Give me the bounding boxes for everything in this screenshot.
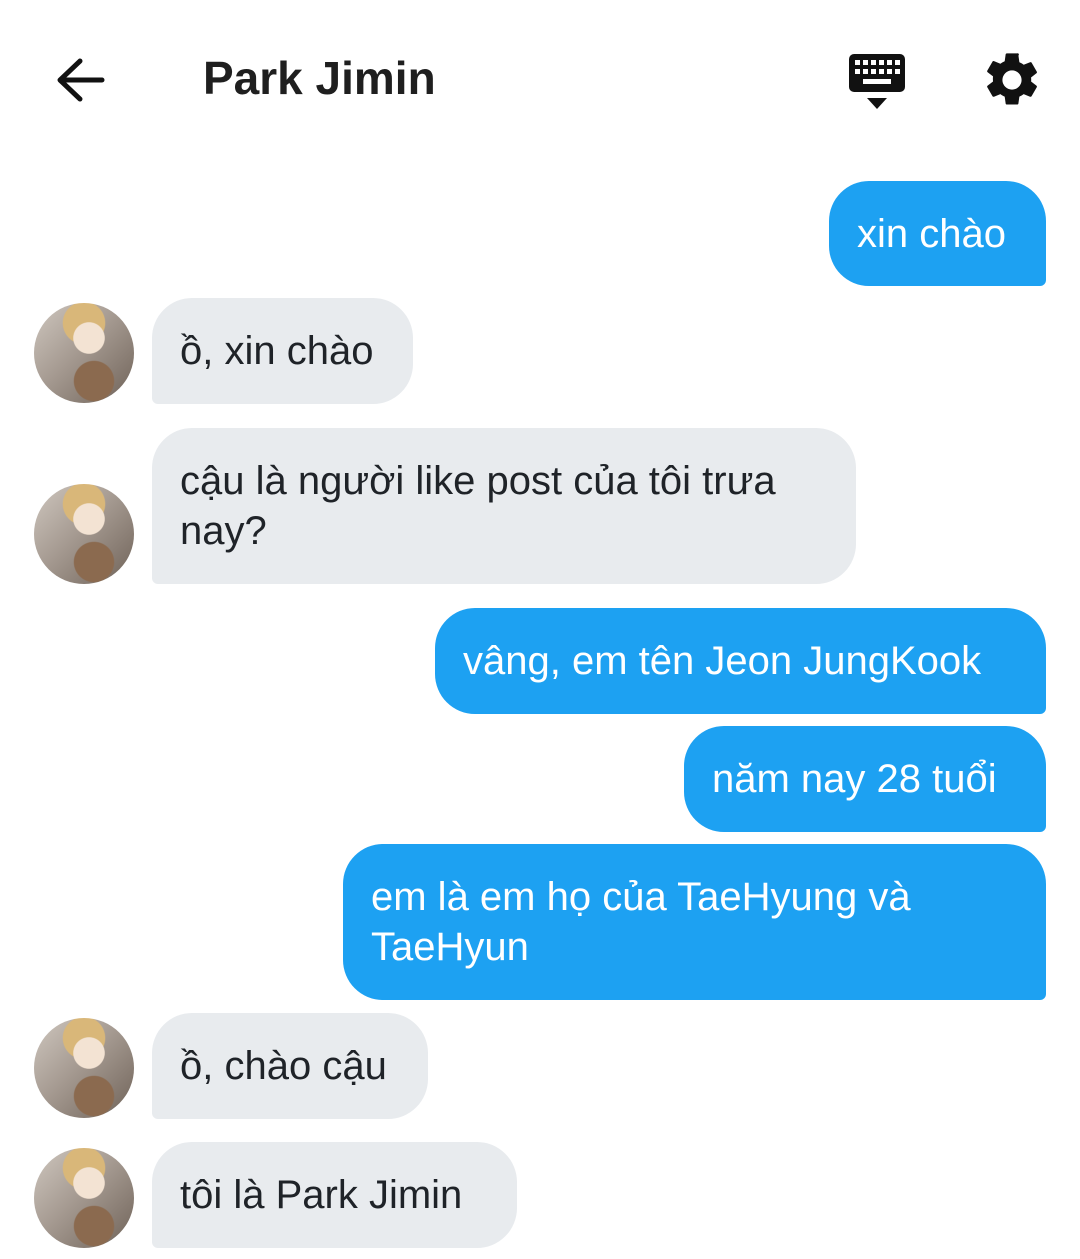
message-outgoing[interactable]: năm nay 28 tuổi <box>684 726 1046 832</box>
message-incoming[interactable]: ồ, chào cậu <box>152 1013 428 1119</box>
message-text: năm nay 28 tuổi <box>712 757 997 801</box>
message-text: ồ, xin chào <box>180 329 374 373</box>
chat-screen: Park Jimin xin chào ồ, xin chào cậu là n… <box>0 0 1080 1259</box>
chat-header: Park Jimin <box>0 0 1080 160</box>
avatar[interactable] <box>34 1148 134 1248</box>
keyboard-hide-icon <box>849 54 905 109</box>
message-text: vâng, em tên Jeon JungKook <box>463 639 982 683</box>
avatar[interactable] <box>34 484 134 584</box>
message-incoming[interactable]: tôi là Park Jimin <box>152 1142 517 1248</box>
settings-button[interactable] <box>980 48 1044 112</box>
message-incoming[interactable]: cậu là người like post của tôi trưa nay? <box>152 428 856 584</box>
message-incoming[interactable]: ồ, xin chào <box>152 298 413 404</box>
message-text: cậu là người like post của tôi trưa nay? <box>180 459 776 553</box>
message-text: xin chào <box>857 212 1006 256</box>
avatar[interactable] <box>34 303 134 403</box>
message-outgoing[interactable]: vâng, em tên Jeon JungKook <box>435 608 1046 714</box>
message-text: em là em họ của TaeHyung và TaeHyun <box>371 875 911 969</box>
keyboard-toggle-button[interactable] <box>845 50 909 112</box>
message-outgoing[interactable]: em là em họ của TaeHyung và TaeHyun <box>343 844 1046 1000</box>
message-outgoing[interactable]: xin chào <box>829 181 1046 286</box>
chat-title: Park Jimin <box>203 52 436 104</box>
arrow-left-icon <box>57 58 105 102</box>
gear-icon <box>987 53 1037 105</box>
message-text: tôi là Park Jimin <box>180 1173 463 1217</box>
avatar[interactable] <box>34 1018 134 1118</box>
message-text: ồ, chào cậu <box>180 1044 387 1088</box>
back-button[interactable] <box>50 50 110 110</box>
